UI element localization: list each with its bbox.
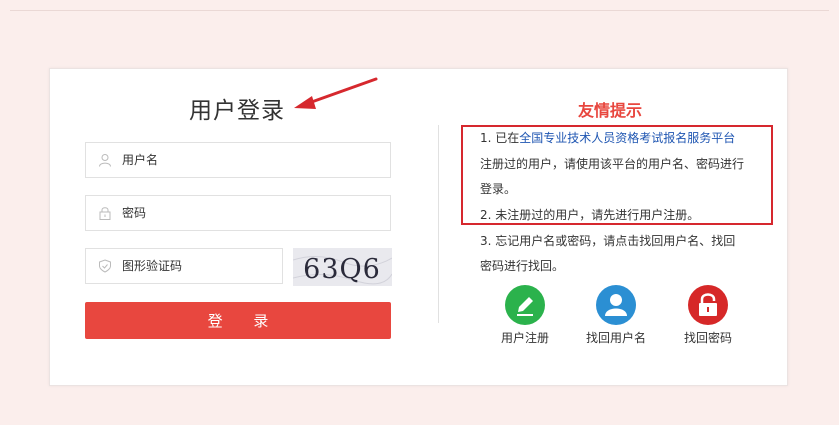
tip-line-2: 2. 未注册过的用户，请先进行用户注册。: [480, 208, 700, 222]
captcha-image[interactable]: 63Q6: [293, 248, 392, 286]
find-username-icon-circle: [596, 285, 636, 325]
tip-line-3-cont: 密码进行找回。: [480, 259, 565, 273]
login-title: 用户登录: [189, 98, 285, 124]
user-icon: [605, 294, 627, 316]
password-field[interactable]: [85, 195, 391, 231]
register-link[interactable]: 用户注册: [475, 285, 575, 346]
tip-1-prefix: 1. 已在: [480, 131, 520, 145]
lock-icon: [99, 207, 111, 220]
lock-icon: [699, 293, 717, 316]
find-username-link[interactable]: 找回用户名: [566, 285, 666, 346]
platform-link[interactable]: 全国专业技术人员资格考试报名服务平台: [519, 131, 735, 145]
captcha-text: 63Q6: [303, 254, 381, 285]
find-password-link[interactable]: 找回密码: [658, 285, 758, 346]
tip-line-3: 3. 忘记用户名或密码，请点击找回用户名、找回: [480, 234, 736, 248]
tips-title: 友情提示: [578, 101, 643, 120]
top-divider: [10, 10, 829, 11]
username-field[interactable]: [85, 142, 391, 178]
tip-line-1: 1. 已在全国专业技术人员资格考试报名服务平台: [480, 129, 735, 146]
red-arrow-annotation: [294, 77, 378, 109]
shield-check-icon: [99, 259, 111, 273]
register-icon-circle: [505, 285, 545, 325]
tip-line-1-cont: 注册过的用户，请使用该平台的用户名、密码进行: [480, 157, 745, 171]
pencil-icon: [517, 297, 533, 316]
login-button[interactable]: 登 录: [85, 302, 391, 339]
captcha-field[interactable]: [85, 248, 342, 284]
password-input[interactable]: [122, 196, 342, 230]
find-password-label: 找回密码: [683, 331, 732, 345]
find-password-icon-circle: [688, 285, 728, 325]
tip-line-1-end: 登录。: [480, 182, 517, 196]
user-icon: [99, 154, 111, 167]
find-username-label: 找回用户名: [585, 331, 646, 345]
username-input[interactable]: [122, 143, 342, 177]
vertical-divider: [438, 125, 439, 323]
register-label: 用户注册: [500, 331, 549, 345]
